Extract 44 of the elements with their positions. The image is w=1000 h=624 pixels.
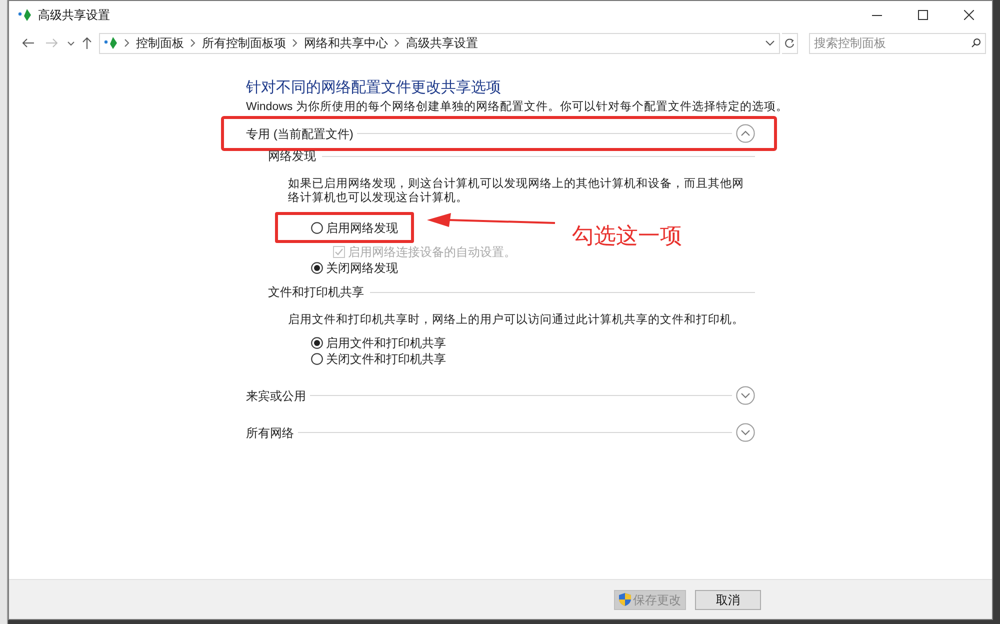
close-icon [964, 10, 974, 20]
window-title: 高级共享设置 [38, 7, 110, 24]
cancel-button[interactable]: 取消 [695, 590, 761, 610]
option-label: 关闭网络发现 [326, 260, 398, 276]
chevron-icon [292, 39, 298, 47]
option-label: 关闭文件和打印机共享 [326, 350, 446, 368]
annotation-text: 勾选这一项 [572, 222, 682, 250]
expand-icon[interactable] [736, 386, 755, 405]
section-description: 启用文件和打印机共享时，网络上的用户可以访问通过此计算机共享的文件和打印机。 [288, 313, 745, 327]
section-title: 文件和打印机共享 [268, 284, 364, 301]
page-heading: 针对不同的网络配置文件更改共享选项 [246, 79, 502, 97]
section-title: 网络发现 [268, 148, 316, 165]
network-icon [18, 9, 32, 21]
chevron-icon [394, 39, 400, 47]
profile-title[interactable]: 所有网络 [246, 424, 294, 442]
intro-text: Windows 为你所使用的每个网络创建单独的网络配置文件。你可以针对每个配置文件选择特定的选项。 [246, 100, 788, 114]
dropdown-icon[interactable] [765, 39, 776, 47]
address-bar[interactable]: 控制面板 所有控制面板项 网络和共享中心 高级共享设置 [98, 32, 780, 54]
collapse-icon[interactable] [736, 124, 755, 143]
refresh-icon [784, 38, 796, 48]
radio-button[interactable] [311, 352, 323, 364]
radio-button[interactable] [311, 336, 323, 348]
radio-button[interactable] [311, 262, 323, 274]
search-input[interactable]: 搜索控制面板 [814, 34, 971, 52]
section-description: 如果已启用网络发现，则这台计算机可以发现网络上的其他计算机和设备，而且其他网络计算机也可以发现这台计算机。 [288, 177, 745, 205]
refresh-button[interactable] [782, 32, 798, 54]
search-field[interactable]: 搜索控制面板 [809, 32, 986, 54]
profile-title[interactable]: 专用 (当前配置文件) [246, 124, 354, 142]
option-label: 启用网络连接设备的自动设置。 [348, 244, 516, 260]
chevron-icon [124, 39, 130, 47]
option-label: 启用文件和打印机共享 [326, 334, 446, 352]
expand-icon[interactable] [736, 423, 755, 442]
breadcrumb-item[interactable]: 高级共享设置 [406, 34, 478, 52]
minimize-icon [872, 14, 882, 16]
profile-title[interactable]: 来宾或公用 [246, 386, 306, 404]
radio-button[interactable] [311, 222, 323, 234]
search-icon [970, 38, 981, 48]
network-icon [104, 37, 118, 49]
chevron-icon [190, 39, 196, 47]
maximize-icon [918, 10, 928, 20]
breadcrumb-item[interactable]: 控制面板 [136, 34, 184, 52]
breadcrumb-item[interactable]: 网络和共享中心 [304, 34, 388, 52]
breadcrumb-item[interactable]: 所有控制面板项 [202, 34, 286, 52]
option-label: 启用网络发现 [326, 220, 398, 236]
